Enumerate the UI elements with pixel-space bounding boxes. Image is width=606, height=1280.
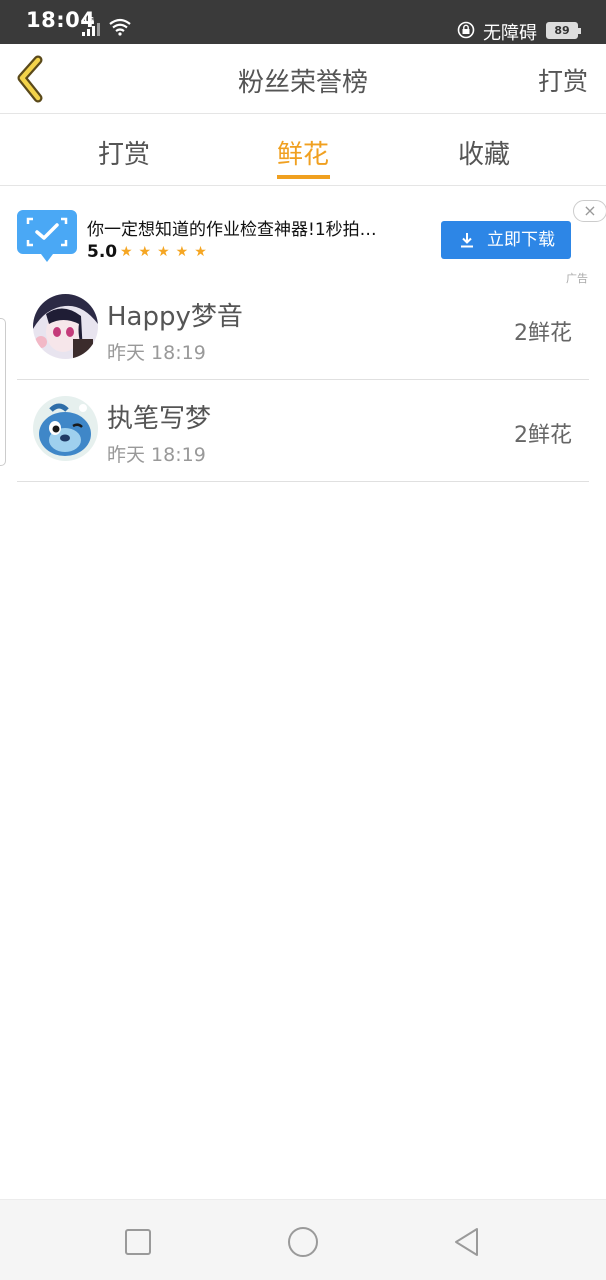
homework-check-app-icon [17,210,77,262]
fan-time: 昨天 18:19 [107,444,206,466]
tab-tips[interactable]: 打赏 [98,134,150,171]
recents-square-icon[interactable] [118,1222,158,1262]
list-item[interactable]: Happy梦音 昨天 18:19 2鲜花 [17,278,589,380]
ad-close-button[interactable]: × [573,200,606,222]
avatar [33,396,98,461]
tab-favorites[interactable]: 收藏 [458,134,510,171]
home-circle-icon[interactable] [283,1222,323,1262]
status-bar: 18:04 4G 无障碍 89 [0,0,606,44]
ad-title: 你一定想知道的作业检查神器!1秒拍… [87,220,377,240]
page-title: 粉丝荣誉榜 [237,68,368,98]
ad-rating: 5.0 [87,242,118,262]
active-tab-indicator [277,175,330,179]
flower-count: 2鲜花 [514,321,572,346]
rating-stars: ★★★★★ [120,244,213,260]
header: 粉丝荣誉榜 打赏 [0,44,606,114]
wifi-icon [109,18,131,36]
accessibility-label: 无障碍 [483,23,537,44]
side-drawer-handle[interactable] [0,318,6,466]
fan-name: 执笔写梦 [107,404,212,434]
ad-banner[interactable]: 你一定想知道的作业检查神器!1秒拍… 5.0 ★★★★★ 立即下载 × 广告 [0,186,606,285]
cellular-signal-icon: 4G [82,16,104,36]
back-triangle-icon[interactable] [447,1222,487,1262]
flower-count: 2鲜花 [514,423,572,448]
network-type: 4G [82,16,95,25]
list-item[interactable]: 执笔写梦 昨天 18:19 2鲜花 [17,380,589,482]
system-navigation-bar [0,1199,606,1280]
fan-time: 昨天 18:19 [107,342,206,364]
tab-bar: 打赏 鲜花 收藏 [0,115,606,186]
rotation-lock-icon [457,21,475,39]
download-button[interactable]: 立即下载 [441,221,571,259]
download-icon [461,233,473,248]
chevron-left-icon[interactable] [12,54,52,104]
tab-flowers[interactable]: 鲜花 [277,134,329,171]
download-label: 立即下载 [487,230,555,250]
fan-name: Happy梦音 [107,302,243,332]
battery-icon: 89 [546,22,581,39]
fan-ranking-list: Happy梦音 昨天 18:19 2鲜花 执笔写梦 昨天 18:19 2鲜花 [0,278,606,482]
tip-button[interactable]: 打赏 [538,62,588,98]
avatar [33,294,98,359]
